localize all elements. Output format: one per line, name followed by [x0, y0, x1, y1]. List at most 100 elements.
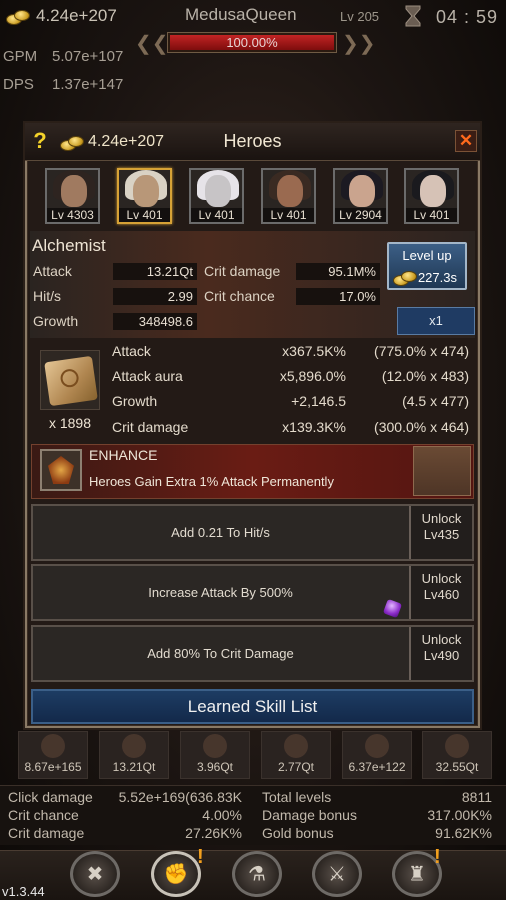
hourglass-icon: [405, 5, 421, 27]
hero-face: [349, 175, 375, 207]
unlock-level: Lv435: [423, 527, 460, 542]
growth-value: 348498.6: [113, 313, 197, 330]
scroll-stat-label: Attack: [112, 343, 151, 359]
hero-portrait[interactable]: Lv 4303: [45, 168, 100, 224]
hero-level: Lv 4303: [47, 208, 98, 222]
enhance-button[interactable]: [413, 446, 471, 496]
bottom-hero-dps: 6.37e+122: [348, 760, 406, 774]
hud-gold-value: 4.24e+207: [36, 6, 117, 25]
skill-row[interactable]: Increase Attack By 500% Unlock Lv460: [31, 564, 474, 621]
enhance-title: ENHANCE: [89, 447, 158, 463]
bottom-hero-dps: 3.96Qt: [196, 760, 234, 774]
unlock-level: Lv460: [423, 587, 460, 602]
damage-bonus-label: Damage bonus: [262, 807, 357, 823]
unlock-label: Unlock: [421, 632, 462, 647]
alert-icon: !: [197, 846, 204, 868]
gold-coins-icon: [393, 269, 417, 286]
scroll-stat-label: Crit damage: [112, 419, 189, 435]
version-label: v1.3.44: [2, 884, 45, 899]
click-damage-label: Click damage: [8, 789, 93, 805]
hero-face: [420, 175, 446, 207]
gpm-value: 5.07e+107: [52, 48, 124, 65]
skill-row[interactable]: Add 0.21 To Hit/s Unlock Lv435: [31, 504, 474, 561]
hero-face: [205, 175, 231, 207]
total-levels-label: Total levels: [262, 789, 332, 805]
hero-face: [133, 175, 159, 207]
growth-label: Growth: [33, 313, 79, 329]
panel-gold-value: 4.24e+207: [88, 133, 165, 150]
hero-face: [41, 734, 65, 758]
crit-chance-stat-label: Crit chance: [8, 807, 79, 823]
skill-row[interactable]: Add 80% To Crit Damage Unlock Lv490: [31, 625, 474, 682]
scroll-count: x 1898: [48, 415, 92, 431]
hero-level: Lv 401: [263, 208, 314, 222]
hero-face: [445, 734, 469, 758]
level-up-cost: 227.3s: [417, 270, 457, 285]
crit-damage-stat-value: 27.26K%: [185, 825, 242, 841]
scroll-item[interactable]: [40, 350, 100, 410]
hero-portrait[interactable]: Lv 401: [404, 168, 459, 224]
attack-label: Attack: [33, 263, 72, 279]
level-up-button[interactable]: Level up 227.3s: [387, 242, 467, 290]
level-up-label: Level up: [402, 248, 452, 263]
panel-title: Heroes: [223, 131, 282, 151]
boss-hp-bar: 100.00%: [168, 33, 336, 52]
panel-gold: 4.24e+207: [60, 133, 164, 151]
hero-portrait[interactable]: Lv 401: [189, 168, 244, 224]
skill-text: Add 80% To Crit Damage: [147, 646, 294, 661]
boss-level: Lv 205: [340, 9, 380, 24]
boss-name: MedusaQueen: [185, 5, 297, 24]
hero-face: [61, 175, 87, 207]
dps-value: 1.37e+147: [52, 76, 124, 93]
scroll-stat-detail: (4.5 x 477): [402, 393, 469, 409]
skill-unlock: Unlock Lv490: [409, 627, 472, 680]
hero-face: [122, 734, 146, 758]
close-button[interactable]: ✕: [455, 130, 477, 152]
gold-bonus-value: 91.62K%: [435, 825, 492, 841]
scroll-stat-label: Attack aura: [112, 368, 183, 384]
bottom-hero-dps: 13.21Qt: [112, 760, 156, 774]
hud-gold: 4.24e+207: [6, 6, 117, 26]
bottom-hero-dps: 32.55Qt: [435, 760, 479, 774]
crit-damage-label: Crit damage: [204, 263, 281, 279]
chevron-left-icon[interactable]: ❮❮: [135, 31, 169, 56]
boss-hp-text: 100.00%: [226, 35, 278, 50]
skill-text: Increase Attack By 500%: [148, 585, 293, 600]
multiplier-button[interactable]: x1: [397, 307, 475, 335]
scroll-stat-value: +2,146.5: [291, 393, 346, 409]
learned-skill-list-button[interactable]: Learned Skill List: [31, 689, 474, 724]
scroll-stat-detail: (300.0% x 464): [374, 419, 469, 435]
hero-face: [203, 734, 227, 758]
enhance-description: Heroes Gain Extra 1% Attack Permanently: [89, 474, 334, 489]
hero-name: Alchemist: [32, 236, 106, 255]
boss-timer: 04 : 59: [436, 7, 499, 27]
bottom-hero-dps: 2.77Qt: [277, 760, 315, 774]
hero-face: [277, 175, 303, 207]
skill-unlock: Unlock Lv435: [409, 506, 472, 559]
click-damage-value: 5.52e+169(636.83K: [118, 789, 242, 805]
hits-label: Hit/s: [33, 288, 61, 304]
scroll-stat-detail: (775.0% x 474): [374, 343, 469, 359]
scroll-stat-value: x367.5K%: [282, 343, 346, 359]
fist-shield-icon[interactable]: ✊: [151, 851, 201, 897]
crit-damage-value: 95.1M%: [296, 263, 380, 280]
skill-text: Add 0.21 To Hit/s: [171, 525, 270, 540]
alert-icon: !: [434, 846, 441, 868]
help-button[interactable]: ?: [28, 128, 52, 154]
hero-portrait[interactable]: Lv 401: [117, 168, 172, 224]
crossed-swords-icon[interactable]: ✖: [70, 851, 120, 897]
crit-chance-value: 17.0%: [296, 288, 380, 305]
scroll-stat-detail: (12.0% x 483): [381, 368, 469, 384]
gpm-label: GPM: [3, 48, 38, 65]
chevron-right-icon[interactable]: ❯❯: [342, 31, 376, 56]
hero-portrait[interactable]: Lv 2904: [333, 168, 388, 224]
crit-chance-label: Crit chance: [204, 288, 275, 304]
damage-bonus-value: 317.00K%: [427, 807, 492, 823]
hero-face: [365, 734, 389, 758]
sword-shield-icon[interactable]: ⚔: [312, 851, 362, 897]
gold-coins-icon: [6, 8, 30, 25]
scroll-icon: [44, 355, 98, 407]
potion-icon[interactable]: ⚗: [232, 851, 282, 897]
hero-portrait[interactable]: Lv 401: [261, 168, 316, 224]
gold-bonus-label: Gold bonus: [262, 825, 334, 841]
